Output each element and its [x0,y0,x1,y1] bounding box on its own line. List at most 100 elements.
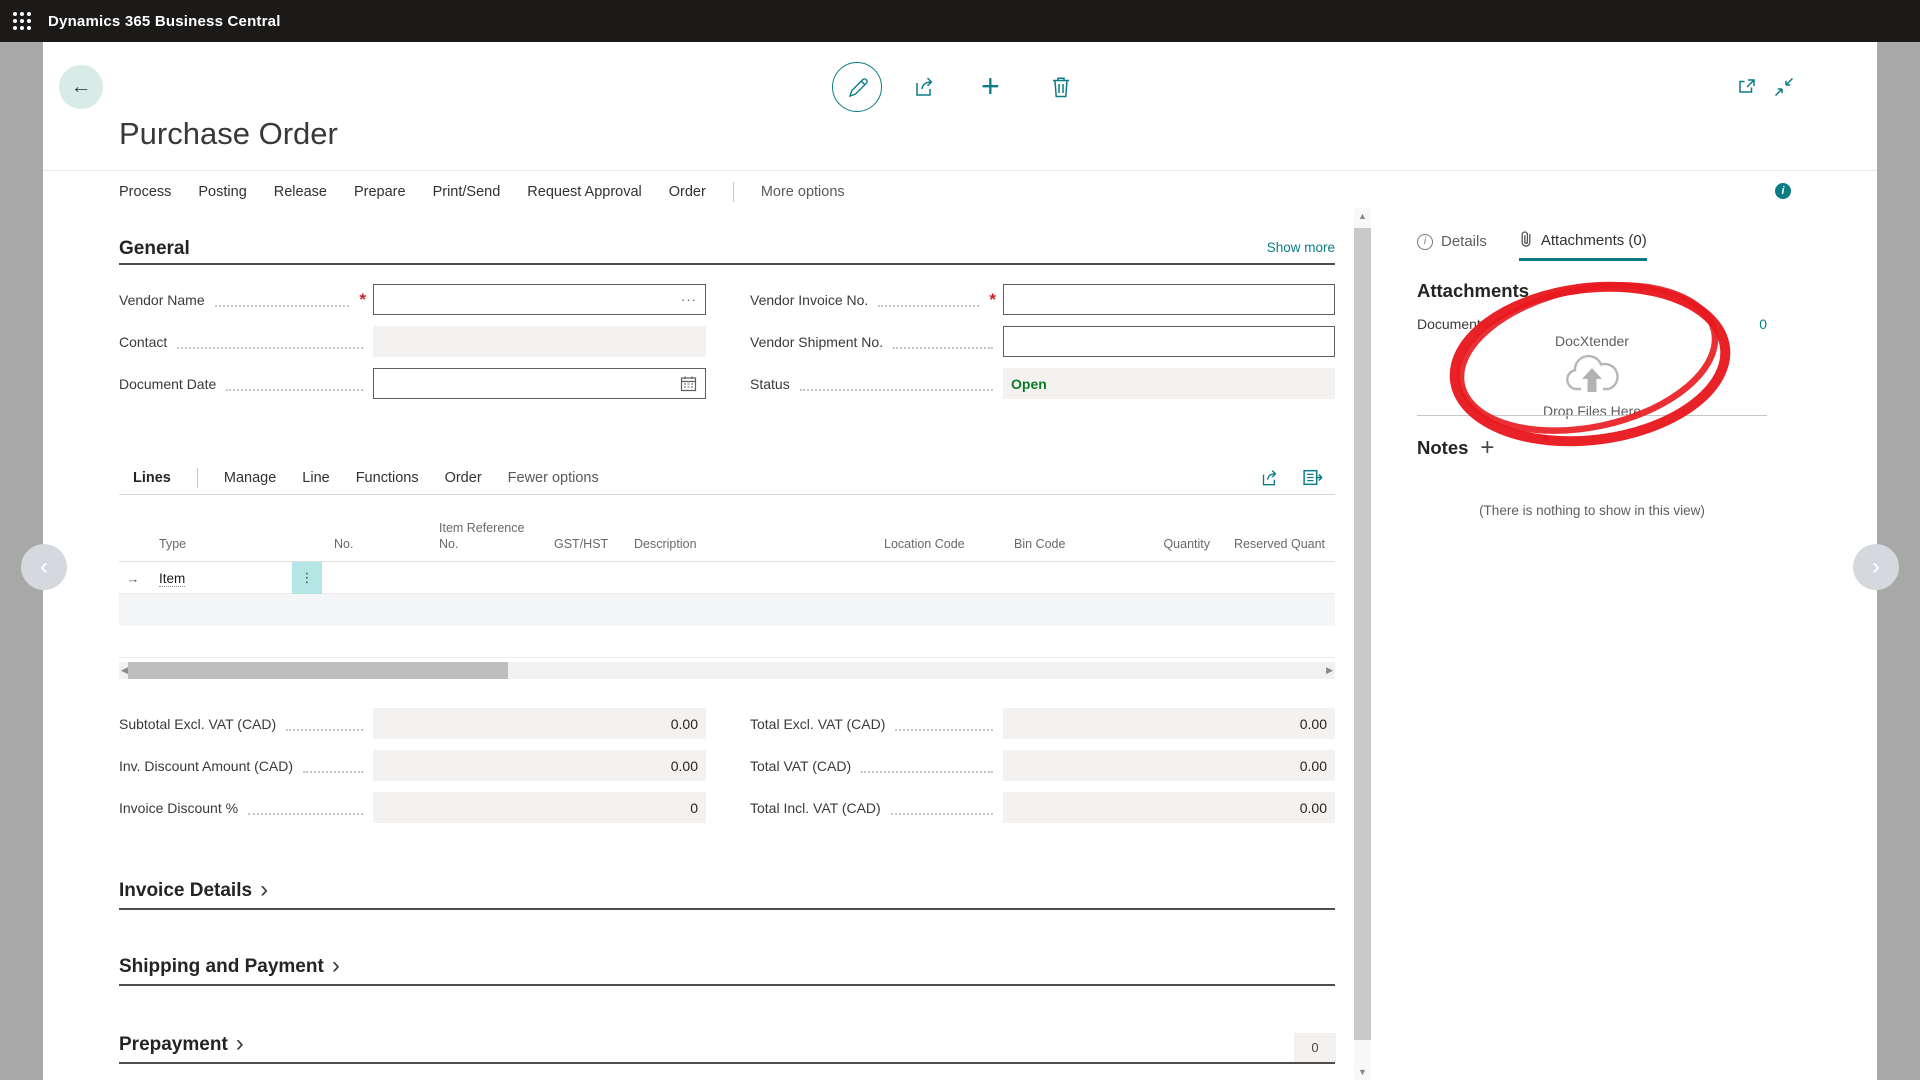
leader-dots [226,381,363,391]
calendar-icon[interactable] [680,375,697,392]
next-record-button[interactable]: › [1853,544,1899,590]
vendor-shipment-no-input-text[interactable] [1012,333,1326,351]
invoice-details-section-toggle[interactable]: Invoice Details › [119,880,268,902]
chevron-right-icon: › [236,1034,244,1054]
horizontal-scrollbar-thumb[interactable] [128,662,508,679]
menu-item-print-send[interactable]: Print/Send [433,184,501,200]
info-icon: i [1417,234,1433,250]
vendor-name-field-row: Vendor Name * ··· [119,284,706,315]
vendor-name-input[interactable]: ··· [373,284,706,315]
paperclip-icon [1519,230,1533,251]
collapse-page-button[interactable] [1774,77,1794,102]
general-section-heading: General [119,238,190,260]
col-header-no[interactable]: No. [322,536,427,552]
menu-item-process[interactable]: Process [119,184,171,200]
document-date-input-text[interactable] [382,375,680,393]
main-vertical-scrollbar[interactable]: ▲ ▼ [1354,208,1371,1080]
factbox-empty-message: (There is nothing to show in this view) [1417,503,1767,518]
chevron-right-icon: › [260,880,268,900]
lines-menu-functions[interactable]: Functions [356,470,419,486]
line-type-cell[interactable]: Item [147,571,292,586]
lines-share-button[interactable] [1260,468,1282,488]
lines-row-3[interactable] [119,626,1335,658]
col-header-description[interactable]: Description [622,536,872,552]
leader-dots [248,805,363,815]
total-vat-label: Total VAT (CAD) [750,758,851,774]
leader-dots [895,721,993,731]
add-note-button[interactable]: + [1480,439,1494,457]
menu-item-more-options[interactable]: More options [761,184,845,200]
col-header-location-code[interactable]: Location Code [872,536,1002,552]
menu-item-posting[interactable]: Posting [198,184,246,200]
scroll-left-arrow-icon[interactable]: ◀ [121,662,128,679]
pencil-icon [843,73,871,101]
col-header-type[interactable]: Type [147,536,292,552]
vendor-invoice-no-label: Vendor Invoice No. [750,292,868,308]
cell-context-menu-button[interactable]: ⋮ [292,562,322,594]
menu-item-prepare[interactable]: Prepare [354,184,406,200]
document-date-input[interactable] [373,368,706,399]
lines-menu-fewer-options[interactable]: Fewer options [508,470,599,486]
lines-menu-line[interactable]: Line [302,470,329,486]
document-date-field-row: Document Date [119,368,706,399]
docxtender-drop-zone[interactable]: DocXtender Drop Files Here [1417,333,1767,419]
factbox-divider [1417,415,1767,416]
tab-attachments[interactable]: Attachments (0) [1519,222,1647,261]
vertical-scrollbar-thumb[interactable] [1354,228,1371,1040]
leader-dots [891,805,993,815]
prepayment-section-toggle[interactable]: Prepayment › [119,1034,244,1056]
show-more-link[interactable]: Show more [1233,240,1335,255]
contact-label: Contact [119,334,167,350]
col-header-gst-hst[interactable]: GST/HST [542,536,622,552]
menu-item-order[interactable]: Order [669,184,706,200]
vendor-invoice-no-input[interactable] [1003,284,1335,315]
menu-item-release[interactable]: Release [274,184,327,200]
open-in-excel-icon[interactable] [1302,468,1323,487]
edit-mode-button[interactable] [832,62,882,112]
documents-count[interactable]: 0 [1759,316,1767,332]
leader-dots [215,297,350,307]
lines-horizontal-scrollbar[interactable]: ◀ ▶ [119,662,1335,679]
previous-record-button[interactable]: ‹ [21,544,67,590]
col-header-item-reference-no[interactable]: Item Reference No. [427,520,542,553]
new-document-button[interactable]: + [981,70,1000,102]
factbox-tab-bar: i Details Attachments (0) [1417,222,1647,261]
leader-dots [893,339,993,349]
vertical-ellipsis-icon: ⋮ [301,570,314,586]
invoice-discount-pct-row: Invoice Discount % 0 [119,792,706,823]
lines-row-2[interactable] [119,594,1335,626]
contact-field-row: Contact [119,326,706,357]
assist-edit-button[interactable]: ··· [681,292,697,307]
shipping-and-payment-section-toggle[interactable]: Shipping and Payment › [119,956,340,978]
open-in-new-window-button[interactable] [1737,77,1757,100]
scroll-right-arrow-icon[interactable]: ▶ [1326,662,1333,679]
scroll-down-arrow-icon[interactable]: ▼ [1354,1067,1371,1077]
active-row-marker-icon: → [119,571,147,586]
col-header-quantity[interactable]: Quantity [1102,536,1222,552]
subtotal-excl-vat-label: Subtotal Excl. VAT (CAD) [119,716,276,732]
app-launcher-waffle-icon[interactable] [13,12,31,30]
vendor-shipment-no-input[interactable] [1003,326,1335,357]
invoice-details-heading: Invoice Details [119,880,252,902]
back-button[interactable]: ← [59,65,103,109]
share-button[interactable] [913,75,939,104]
lines-menu-order[interactable]: Order [445,470,482,486]
documents-label: Documents [1417,316,1488,332]
col-header-bin-code[interactable]: Bin Code [1002,536,1102,552]
lines-row-1[interactable]: → Item ⋮ [119,562,1335,594]
share-icon [913,75,939,104]
attachments-heading: Attachments [1417,280,1529,302]
delete-button[interactable] [1050,75,1072,104]
col-header-reserved-quantity[interactable]: Reserved Quant [1222,536,1335,552]
lines-menu-manage[interactable]: Manage [224,470,276,486]
menu-item-request-approval[interactable]: Request Approval [527,184,641,200]
tab-lines[interactable]: Lines [133,470,171,486]
tab-details[interactable]: i Details [1417,222,1487,261]
page-info-icon[interactable]: i [1775,183,1791,199]
scroll-up-arrow-icon[interactable]: ▲ [1354,211,1371,221]
chevron-right-icon: › [1872,553,1880,581]
chevron-right-icon: › [332,956,340,976]
vendor-invoice-no-input-text[interactable] [1012,291,1326,309]
vendor-name-input-text[interactable] [382,291,681,309]
total-excl-vat-field: 0.00 [1003,708,1335,739]
